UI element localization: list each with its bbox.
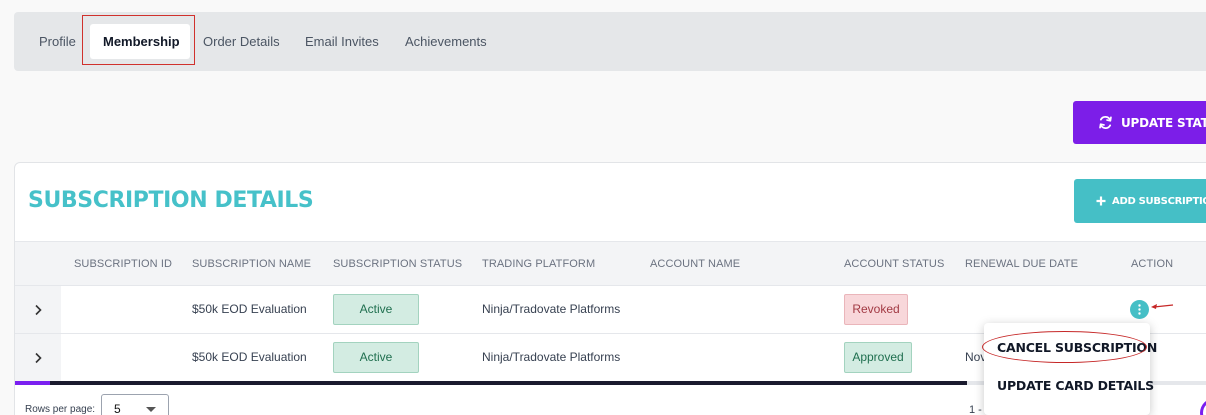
header-subscription-status[interactable]: SUBSCRIPTION STATUS: [333, 242, 462, 286]
card-title: SUBSCRIPTION DETAILS: [28, 188, 314, 213]
status-badge: Active: [333, 294, 419, 325]
chevron-right-icon: [35, 304, 42, 315]
row-action-menu: CANCEL SUBSCRIPTION UPDATE CARD DETAILS: [984, 323, 1157, 415]
cell-trading-platform: Ninja/Tradovate Platforms: [482, 350, 621, 364]
header-account-status[interactable]: ACCOUNT STATUS: [844, 242, 944, 286]
tab-membership[interactable]: Membership: [90, 24, 190, 59]
tab-order-details[interactable]: Order Details: [203, 24, 280, 59]
header-renewal-due-date[interactable]: RENEWAL DUE DATE: [965, 242, 1078, 286]
menu-item-cancel-subscription[interactable]: CANCEL SUBSCRIPTION: [997, 340, 1157, 355]
chevron-right-icon: [35, 352, 42, 363]
header-subscription-id[interactable]: SUBSCRIPTION ID: [74, 242, 172, 286]
rows-per-page-value: 5: [114, 402, 121, 415]
header-account-name[interactable]: ACCOUNT NAME: [650, 242, 740, 286]
menu-item-update-card-details[interactable]: UPDATE CARD DETAILS: [997, 378, 1154, 393]
plus-icon: [1096, 196, 1106, 206]
rows-per-page-select[interactable]: 5: [101, 394, 169, 415]
add-subscription-button[interactable]: ADD SUBSCRIPTION: [1074, 179, 1206, 223]
account-status-badge: Revoked: [844, 294, 908, 325]
header-action[interactable]: ACTION: [1131, 242, 1173, 286]
add-subscription-label: ADD SUBSCRIPTION: [1112, 195, 1206, 207]
header-trading-platform[interactable]: TRADING PLATFORM: [482, 242, 595, 286]
header-subscription-name[interactable]: SUBSCRIPTION NAME: [192, 242, 311, 286]
account-status-badge: Approved: [844, 342, 912, 373]
refresh-icon: [1099, 116, 1112, 129]
cell-subscription-name: $50k EOD Evaluation: [192, 302, 307, 316]
caret-down-icon: [146, 407, 156, 412]
update-status-button[interactable]: UPDATE STATUS: [1073, 101, 1206, 144]
row-expand-button[interactable]: [15, 286, 61, 333]
table-header: SUBSCRIPTION ID SUBSCRIPTION NAME SUBSCR…: [15, 241, 1206, 286]
row-expand-button[interactable]: [15, 334, 61, 381]
tabs-bar: Profile Membership Order Details Email I…: [14, 12, 1206, 71]
status-badge: Active: [333, 342, 419, 373]
tab-profile[interactable]: Profile: [39, 24, 76, 59]
more-vertical-icon: [1138, 304, 1141, 315]
row-action-button[interactable]: [1130, 300, 1149, 319]
rows-per-page-label: Rows per page:: [25, 404, 96, 415]
cell-trading-platform: Ninja/Tradovate Platforms: [482, 302, 621, 316]
scrollbar-thumb[interactable]: [50, 381, 967, 385]
tab-achievements[interactable]: Achievements: [405, 24, 487, 59]
tab-email-invites[interactable]: Email Invites: [305, 24, 379, 59]
cell-subscription-name: $50k EOD Evaluation: [192, 350, 307, 364]
update-status-label: UPDATE STATUS: [1121, 115, 1206, 130]
